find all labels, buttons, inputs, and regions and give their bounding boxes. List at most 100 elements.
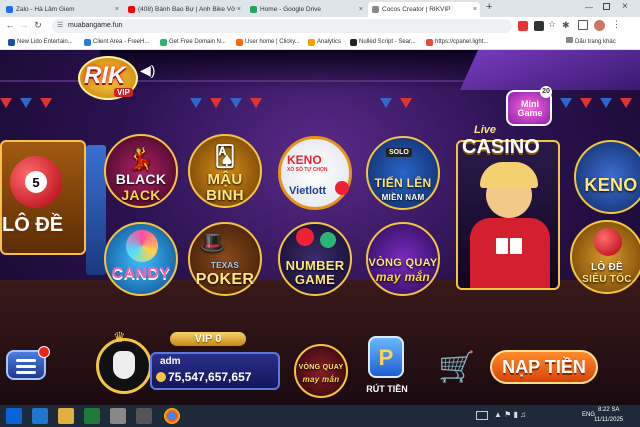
back-icon[interactable]: ← xyxy=(4,20,16,30)
forward-icon[interactable]: → xyxy=(18,20,30,30)
tile-tien-len[interactable]: SOLO TIẾN LÊN MIỀN NAM xyxy=(366,136,440,210)
balance: 75,547,657,657 xyxy=(168,370,252,384)
bookmark-clicky[interactable]: User home | Clicky... xyxy=(236,37,300,48)
tile-number-game[interactable]: NUMBER GAME xyxy=(278,222,352,296)
youtube-icon xyxy=(128,6,135,13)
cocos-icon xyxy=(372,6,379,13)
tile-lode[interactable]: 5 LÔ ĐỀ xyxy=(0,140,86,255)
tile-mau-binh[interactable]: 🂡 MẬU BINH xyxy=(188,134,262,208)
maximize-button[interactable] xyxy=(603,3,610,10)
rut-tien-label: RÚT TIỀN xyxy=(366,384,408,394)
tile-label: CANDY xyxy=(111,265,171,282)
app-icon[interactable] xyxy=(136,408,152,424)
sidebar-icon[interactable] xyxy=(578,20,588,30)
tile-live-casino[interactable] xyxy=(456,140,560,290)
bunting-flag xyxy=(230,98,242,108)
vong-quay-button[interactable]: VÒNG QUAY may mắn xyxy=(294,344,348,398)
live-label: Live xyxy=(474,124,497,136)
rikvip-logo: RIK VIP ◀) xyxy=(78,56,158,106)
clock-time[interactable]: 8:22 SA xyxy=(598,407,619,413)
ie-icon[interactable] xyxy=(32,408,48,424)
close-icon[interactable]: × xyxy=(237,2,241,17)
mini-game-button[interactable]: Mini Game 20 xyxy=(506,86,552,126)
bookmark-freehost[interactable]: Client Area - FreeH... xyxy=(84,37,149,48)
tile-label: Vietlott xyxy=(289,185,327,197)
clock-date[interactable]: 11/11/2025 xyxy=(594,417,623,423)
menu-button[interactable] xyxy=(6,346,50,380)
puzzle-icon[interactable]: ✱ xyxy=(562,20,570,31)
chrome-icon[interactable] xyxy=(164,408,180,424)
lottery-ball-icon xyxy=(594,228,622,256)
speaker-icon[interactable]: ◀) xyxy=(140,62,155,79)
close-icon[interactable]: × xyxy=(473,2,477,17)
card-icon xyxy=(510,238,522,254)
more-menu-icon[interactable]: ⋮ xyxy=(612,19,621,30)
girl-figure-icon: 💃 xyxy=(127,146,155,171)
nap-tien-button[interactable]: 🛒 NẠP TIỀN xyxy=(438,344,602,394)
button-sublabel: may mắn xyxy=(302,375,340,384)
tile-label: KENO xyxy=(287,153,322,167)
bookmark-analytics[interactable]: Analytics xyxy=(308,37,341,48)
bookmark-cpanel[interactable]: https://cpanel.light... xyxy=(426,37,488,48)
bookmarks-bar: New Lido Entertain... Client Area - Free… xyxy=(0,35,640,50)
dealer-hair xyxy=(480,162,538,188)
tile-sublabel: may mắn xyxy=(375,270,431,284)
browser-tab-bar: Zalo - Hà Lâm Giem × (408) Bánh Bao Bự |… xyxy=(0,0,640,17)
tile-poker[interactable]: 🎩 TEXAS POKER xyxy=(188,222,262,296)
tab-zalo[interactable]: Zalo - Hà Lâm Giem × xyxy=(2,2,122,17)
tab-youtube[interactable]: (408) Bánh Bao Bự | Anh Bike Vở × xyxy=(124,2,244,17)
game-canvas[interactable]: RIK VIP ◀) 5 LÔ ĐỀ 💃 BLACK JACK 🂡 MẬU BI… xyxy=(0,50,640,405)
logo-text: RIK xyxy=(84,62,126,89)
tile-vong-quay[interactable]: VÒNG QUAY may mắn xyxy=(366,222,440,296)
bookmark-label: Client Area - FreeH... xyxy=(93,39,150,45)
tile-keno-vietlott[interactable]: KENO XỔ SỐ TỰ CHỌN Vietlott xyxy=(278,136,352,210)
bookmark-nulled[interactable]: Nulled Script - Sear... xyxy=(350,37,416,48)
keyboard-icon[interactable] xyxy=(476,411,488,420)
bunting-flag xyxy=(560,98,572,108)
mask-icon xyxy=(113,351,135,379)
tile-lode-sieu-toc[interactable]: LÔ ĐỀ SIÊU TỐC xyxy=(570,220,640,294)
tile-keno[interactable]: KENO xyxy=(574,140,640,214)
bookmark-lido[interactable]: New Lido Entertain... xyxy=(8,37,73,48)
window-close-button[interactable]: × xyxy=(622,1,628,12)
mini-game-label: Mini Game xyxy=(517,99,543,118)
rut-tien-button[interactable]: P RÚT TIỀN xyxy=(362,336,412,402)
tile-candy[interactable]: CANDY xyxy=(104,222,178,296)
bookmark-icon xyxy=(308,39,315,46)
extension-icon-red[interactable] xyxy=(518,21,528,31)
bunting-flag xyxy=(20,98,32,108)
tab-cocos-creator[interactable]: Cocos Creator | RIKVIP × xyxy=(368,2,480,17)
tab-label: Zalo - Hà Lâm Giem xyxy=(16,6,75,13)
ball-number: 5 xyxy=(25,171,47,193)
tab-google-drive[interactable]: Home - Google Drive × xyxy=(246,2,366,17)
system-tray-icons[interactable]: ▲ ⚑ ▮ ♫ xyxy=(494,410,526,419)
excel-icon[interactable] xyxy=(84,408,100,424)
avatar[interactable]: ♛ xyxy=(96,329,152,394)
star-icon[interactable]: ☆ xyxy=(548,19,556,30)
close-icon[interactable]: × xyxy=(115,2,119,17)
bunting-flag xyxy=(580,98,592,108)
windows-start-icon[interactable] xyxy=(6,408,22,424)
tile-blackjack[interactable]: 💃 BLACK JACK xyxy=(104,134,178,208)
lottery-ball-icon: 5 xyxy=(10,156,62,208)
url-input[interactable]: ☰ muabangame.fun xyxy=(52,19,512,33)
folder-icon xyxy=(566,37,573,43)
close-icon[interactable]: × xyxy=(359,2,363,17)
other-bookmarks[interactable]: Dấu trang khác xyxy=(566,37,616,48)
bookmark-free-domain[interactable]: Get Free Domain N... xyxy=(160,37,226,48)
bookmark-label: Get Free Domain N... xyxy=(169,39,227,45)
app-icon[interactable] xyxy=(110,408,126,424)
reload-icon[interactable]: ↻ xyxy=(32,20,44,31)
minimize-button[interactable]: — xyxy=(585,3,593,12)
file-explorer-icon[interactable] xyxy=(58,408,74,424)
tile-label: GAME xyxy=(294,272,336,287)
tile-label: JACK xyxy=(121,187,161,203)
tile-side-panel xyxy=(86,145,106,275)
new-tab-button[interactable]: + xyxy=(486,1,492,13)
site-info-icon[interactable]: ☰ xyxy=(57,19,63,33)
avatar[interactable] xyxy=(594,20,605,31)
bookmark-icon xyxy=(236,39,243,46)
cards-icon: 🂡 xyxy=(214,146,236,168)
extension-icon-tools[interactable] xyxy=(534,21,544,31)
lollipop-icon xyxy=(126,230,158,262)
